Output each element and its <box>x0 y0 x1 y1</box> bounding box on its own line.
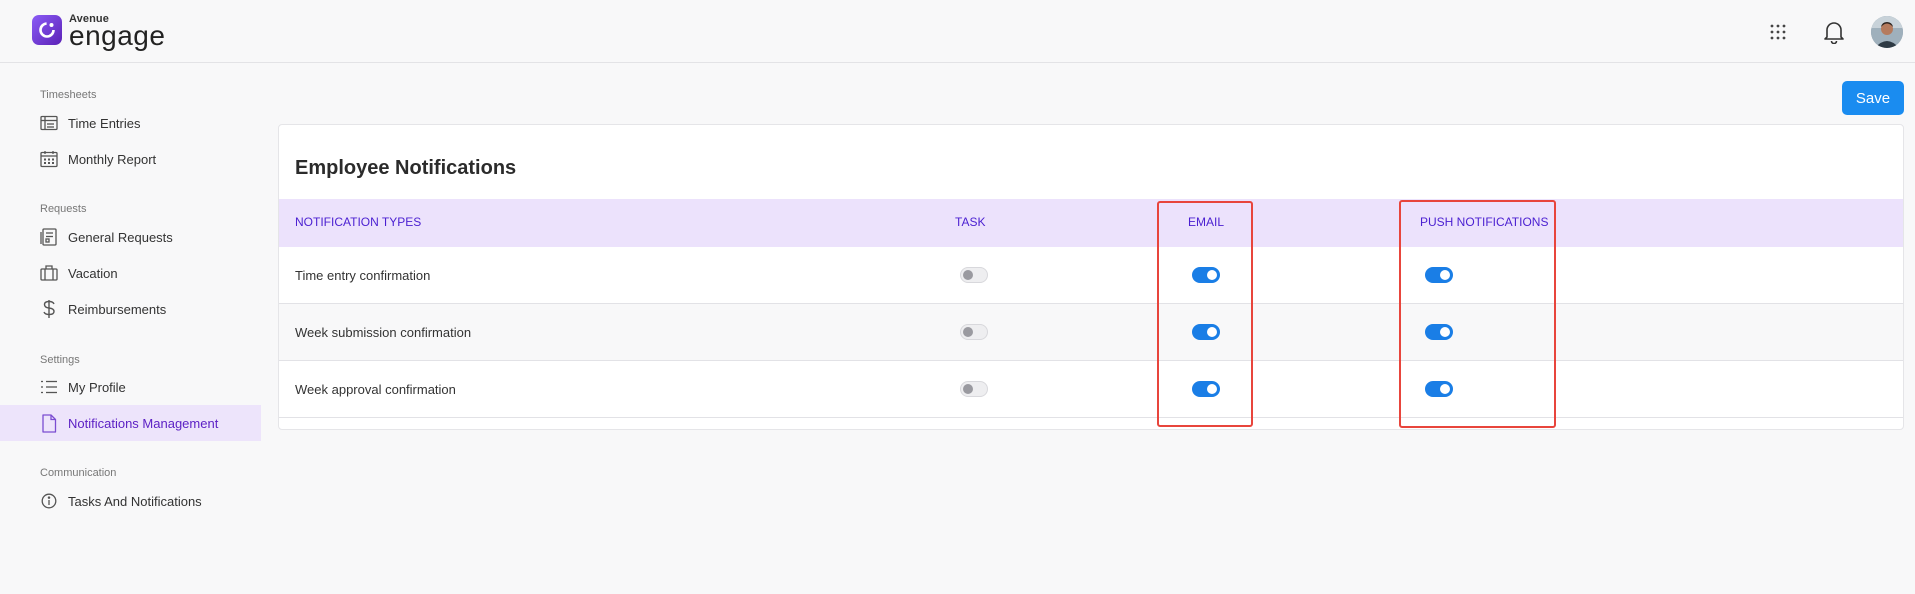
sidebar-section-timesheets: Timesheets <box>40 89 97 101</box>
sidebar-section-settings: Settings <box>40 354 80 366</box>
employee-notifications-card: Employee Notifications NOTIFICATION TYPE… <box>278 124 1904 430</box>
sidebar-item-label: My Profile <box>68 379 126 395</box>
luggage-icon <box>40 264 58 282</box>
brand-logo[interactable]: Avenue engage <box>32 12 165 50</box>
email-toggle[interactable] <box>1192 324 1220 340</box>
header-actions <box>1761 15 1903 49</box>
form-icon <box>40 228 58 246</box>
push-toggle[interactable] <box>1425 324 1453 340</box>
row-label: Week submission confirmation <box>295 325 472 340</box>
row-label: Time entry confirmation <box>295 268 431 283</box>
column-header-task: TASK <box>955 215 986 229</box>
sidebar-item-reimbursements[interactable]: Reimbursements <box>0 291 261 327</box>
sidebar-item-time-entries[interactable]: Time Entries <box>0 105 261 141</box>
sidebar-item-label: Notifications Management <box>68 415 219 431</box>
email-toggle[interactable] <box>1192 381 1220 397</box>
brand-name-big: engage <box>69 20 166 51</box>
task-toggle[interactable] <box>960 267 988 283</box>
task-toggle[interactable] <box>960 324 988 340</box>
push-toggle[interactable] <box>1425 267 1453 283</box>
save-button[interactable]: Save <box>1842 81 1904 115</box>
sidebar-item-label: Reimbursements <box>68 301 167 317</box>
sidebar-item-monthly-report[interactable]: Monthly Report <box>0 141 261 177</box>
info-icon <box>40 492 58 510</box>
column-header-email: EMAIL <box>1188 215 1225 229</box>
apps-grid-icon[interactable] <box>1761 15 1795 49</box>
brand-logo-mark <box>32 15 62 45</box>
card-title: Employee Notifications <box>295 157 517 179</box>
sidebar-section-requests: Requests <box>40 203 87 215</box>
table-row: Week submission confirmation <box>279 304 1903 361</box>
column-header-notification-types: NOTIFICATION TYPES <box>295 215 422 229</box>
sidebar-item-label: Time Entries <box>68 115 141 131</box>
sidebar-item-general-requests[interactable]: General Requests <box>0 219 261 255</box>
document-icon <box>40 413 58 433</box>
sidebar: Timesheets Time Entries Monthly Report R… <box>0 63 261 594</box>
table-header: NOTIFICATION TYPES TASK EMAIL PUSH NOTIF… <box>279 199 1903 247</box>
task-toggle[interactable] <box>960 381 988 397</box>
time-entries-icon <box>40 114 58 132</box>
table-row: Week approval confirmation <box>279 361 1903 418</box>
email-toggle[interactable] <box>1192 267 1220 283</box>
top-header: Avenue engage <box>0 0 1915 63</box>
sidebar-item-tasks-and-notifications[interactable]: Tasks And Notifications <box>0 483 261 519</box>
sidebar-item-my-profile[interactable]: My Profile <box>0 369 261 405</box>
sidebar-section-communication: Communication <box>40 467 117 479</box>
sidebar-item-vacation[interactable]: Vacation <box>0 255 261 291</box>
user-avatar[interactable] <box>1871 16 1903 48</box>
sidebar-item-label: Tasks And Notifications <box>68 493 202 509</box>
sidebar-item-notifications-management[interactable]: Notifications Management <box>0 405 261 441</box>
calendar-icon <box>40 150 58 168</box>
dollar-icon <box>40 300 58 318</box>
brand-wordmark: Avenue engage <box>69 14 165 50</box>
push-toggle[interactable] <box>1425 381 1453 397</box>
sidebar-item-label: General Requests <box>68 229 173 245</box>
column-header-push-notifications: PUSH NOTIFICATIONS <box>1420 215 1549 229</box>
list-icon <box>40 378 58 396</box>
row-label: Week approval confirmation <box>295 382 456 397</box>
bell-icon[interactable] <box>1817 15 1851 49</box>
sidebar-item-label: Vacation <box>68 265 118 281</box>
sidebar-item-label: Monthly Report <box>68 151 157 167</box>
table-row: Time entry confirmation <box>279 247 1903 304</box>
